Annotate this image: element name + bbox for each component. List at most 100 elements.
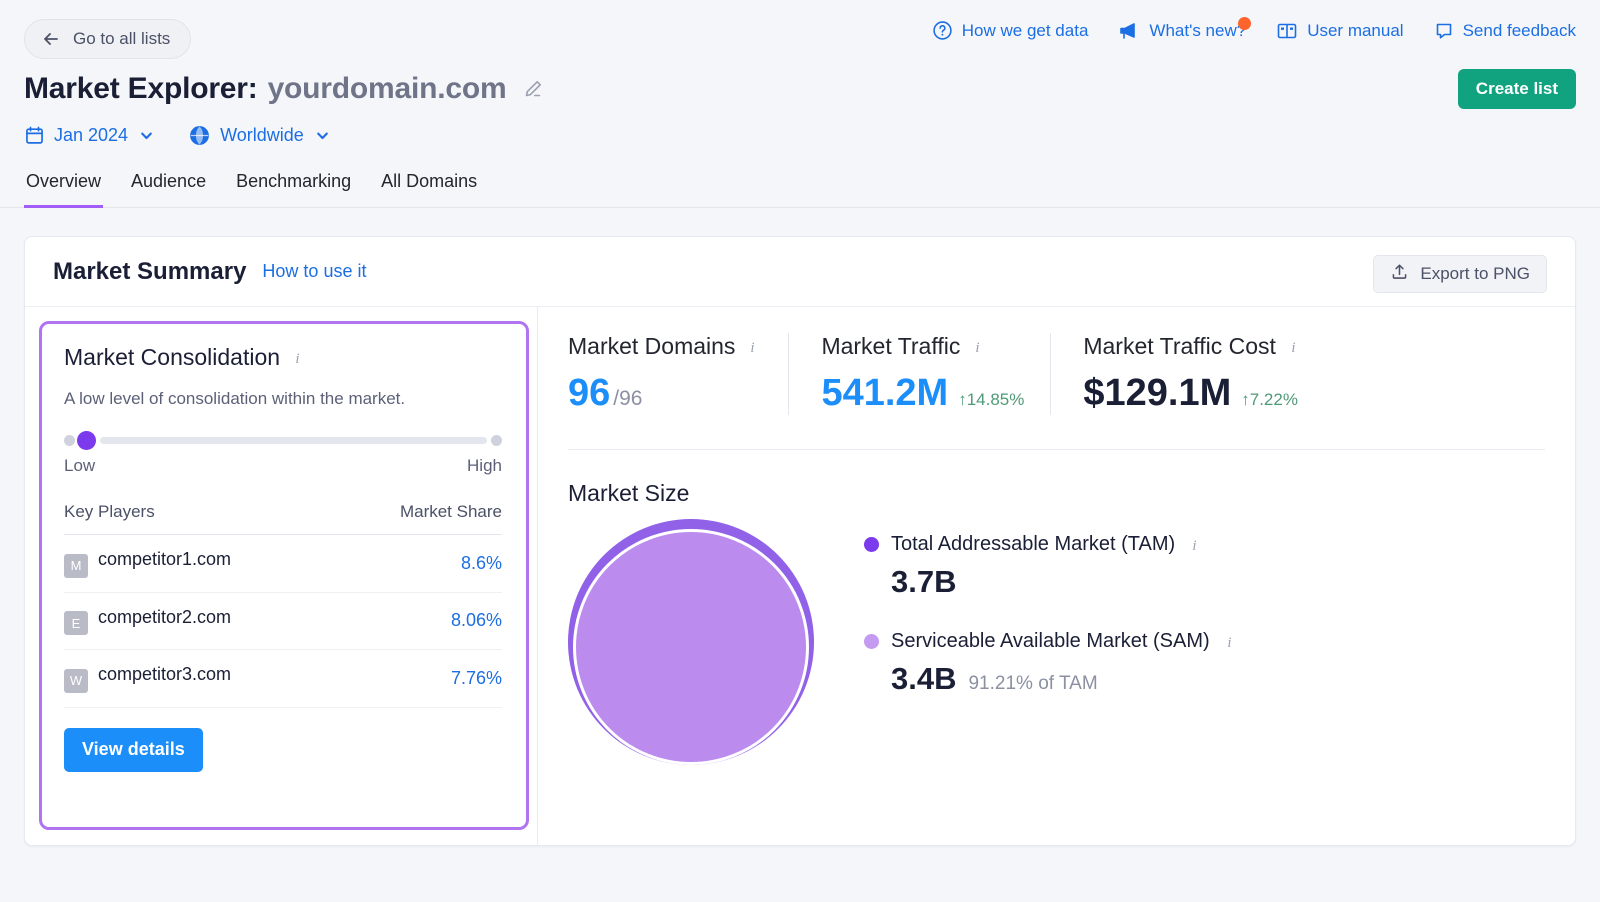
export-to-png-button[interactable]: Export to PNG	[1373, 255, 1547, 293]
market-summary-title: Market Summary	[53, 258, 246, 286]
location-filter[interactable]: Worldwide	[188, 124, 330, 147]
whats-new-label: What's new?	[1149, 21, 1246, 41]
legend-value-row: 3.4B 91.21% of TAM	[864, 661, 1239, 697]
info-icon[interactable]: i	[970, 338, 987, 355]
player-cell: Mcompetitor1.com	[64, 535, 336, 593]
go-to-all-lists-button[interactable]: Go to all lists	[24, 19, 191, 59]
legend-item-tam: Total Addressable Market (TAM) i 3.7B	[864, 533, 1239, 600]
legend-value-row: 3.7B	[864, 564, 1239, 600]
notification-badge	[1238, 17, 1251, 30]
upload-icon	[1390, 262, 1409, 286]
player-domain[interactable]: competitor1.com	[98, 549, 231, 569]
send-feedback-link[interactable]: Send feedback	[1434, 21, 1576, 41]
tab-overview[interactable]: Overview	[24, 167, 103, 208]
player-domain[interactable]: competitor3.com	[98, 664, 231, 684]
send-feedback-label: Send feedback	[1463, 21, 1576, 41]
metrics-row: Market Domains i 96 /96 Market Traffic	[568, 333, 1545, 415]
player-share: 8.6%	[336, 535, 502, 593]
legend-value-sam: 3.4B	[891, 661, 956, 697]
player-share: 8.06%	[336, 592, 502, 650]
metric-label: Market Domains	[568, 333, 735, 360]
view-details-button[interactable]: View details	[64, 728, 203, 772]
metric-label: Market Traffic Cost	[1083, 333, 1276, 360]
legend-label-sam: Serviceable Available Market (SAM)	[891, 630, 1210, 653]
market-consolidation-description: A low level of consolidation within the …	[64, 389, 502, 409]
svg-text:i: i	[1291, 340, 1295, 355]
legend-head: Total Addressable Market (TAM) i	[864, 533, 1239, 556]
market-consolidation-wrapper: Market Consolidation i A low level of co…	[25, 307, 537, 846]
page-title-domain: yourdomain.com	[268, 72, 507, 106]
how-to-use-it-link[interactable]: How to use it	[262, 261, 366, 282]
metric-label: Market Traffic	[821, 333, 960, 360]
favicon-placeholder: W	[64, 669, 88, 693]
slider-start-dot	[64, 435, 75, 446]
metric-value: 541.2M	[821, 372, 948, 415]
table-row[interactable]: Mcompetitor1.com 8.6%	[64, 535, 502, 593]
date-filter[interactable]: Jan 2024	[24, 125, 154, 146]
slider-high-label: High	[467, 456, 502, 476]
how-we-get-data-label: How we get data	[962, 21, 1089, 41]
market-summary-body: Market Consolidation i A low level of co…	[25, 307, 1575, 846]
column-header-key-players: Key Players	[64, 502, 336, 535]
slider-low-label: Low	[64, 456, 95, 476]
info-icon[interactable]: i	[290, 349, 307, 366]
metric-value-row: 96 /96	[568, 372, 762, 415]
user-manual-link[interactable]: User manual	[1276, 21, 1403, 41]
chevron-down-icon	[139, 128, 154, 143]
table-row[interactable]: Wcompetitor3.com 7.76%	[64, 650, 502, 708]
export-to-png-label: Export to PNG	[1420, 264, 1530, 284]
question-circle-icon	[932, 20, 953, 41]
info-icon[interactable]: i	[1286, 338, 1303, 355]
market-size-body: Total Addressable Market (TAM) i 3.7B	[568, 519, 1545, 769]
player-domain[interactable]: competitor2.com	[98, 607, 231, 627]
info-icon[interactable]: i	[1187, 536, 1204, 553]
slider-knob[interactable]	[77, 431, 96, 450]
market-summary-header: Market Summary How to use it Export to P…	[25, 237, 1575, 307]
pencil-icon[interactable]	[522, 78, 544, 100]
tab-audience[interactable]: Audience	[129, 167, 208, 208]
bubble-sam	[573, 529, 809, 765]
metric-market-traffic: Market Traffic i 541.2M ↑14.85%	[788, 333, 1050, 415]
metric-market-traffic-cost: Market Traffic Cost i $129.1M ↑7.22%	[1050, 333, 1329, 415]
market-size-bubble-chart	[568, 519, 818, 769]
metric-value: 96	[568, 372, 610, 415]
svg-text:i: i	[1227, 635, 1231, 650]
table-row[interactable]: Ecompetitor2.com 8.06%	[64, 592, 502, 650]
date-filter-label: Jan 2024	[54, 125, 128, 146]
market-consolidation-title-row: Market Consolidation i	[64, 344, 502, 371]
consolidation-slider[interactable]	[64, 431, 502, 449]
market-size-legend: Total Addressable Market (TAM) i 3.7B	[864, 519, 1239, 769]
svg-text:i: i	[976, 340, 980, 355]
info-icon[interactable]: i	[745, 338, 762, 355]
metric-label-row: Market Domains i	[568, 333, 762, 360]
legend-value-tam: 3.7B	[891, 564, 956, 600]
top-links: How we get data What's new? User manual …	[932, 20, 1576, 41]
create-list-button[interactable]: Create list	[1458, 69, 1576, 109]
favicon-placeholder: E	[64, 611, 88, 635]
megaphone-icon	[1118, 21, 1140, 41]
slider-end-dot	[491, 435, 502, 446]
slider-track[interactable]	[100, 437, 487, 444]
tab-benchmarking[interactable]: Benchmarking	[234, 167, 353, 208]
whats-new-link[interactable]: What's new?	[1118, 21, 1246, 41]
metric-value: $129.1M	[1083, 372, 1231, 415]
calendar-icon	[24, 125, 45, 146]
legend-head: Serviceable Available Market (SAM) i	[864, 630, 1239, 653]
info-icon[interactable]: i	[1222, 633, 1239, 650]
how-we-get-data-link[interactable]: How we get data	[932, 20, 1089, 41]
metric-suffix: /96	[613, 387, 642, 411]
page-title: Market Explorer: yourdomain.com	[24, 72, 544, 106]
tab-all-domains[interactable]: All Domains	[379, 167, 479, 208]
metric-label-row: Market Traffic i	[821, 333, 1024, 360]
slider-scale: Low High	[64, 456, 502, 476]
arrow-left-icon	[41, 29, 61, 49]
metric-label-row: Market Traffic Cost i	[1083, 333, 1303, 360]
market-metrics-panel: Market Domains i 96 /96 Market Traffic	[537, 307, 1575, 846]
legend-item-sam: Serviceable Available Market (SAM) i 3.4…	[864, 630, 1239, 697]
page-title-prefix: Market Explorer:	[24, 72, 258, 106]
title-row: Market Explorer: yourdomain.com Create l…	[0, 64, 1600, 114]
player-cell: Ecompetitor2.com	[64, 592, 336, 650]
metric-value-row: $129.1M ↑7.22%	[1083, 372, 1303, 415]
column-header-market-share: Market Share	[336, 502, 502, 535]
legend-dot-sam	[864, 634, 879, 649]
